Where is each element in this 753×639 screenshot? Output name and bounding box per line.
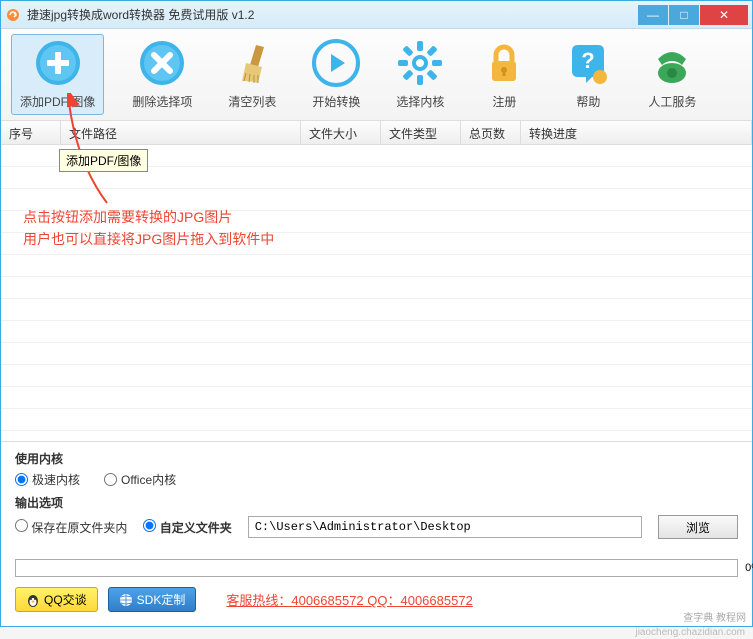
titlebar-text: 捷速jpg转换成word转换器 免费试用版 v1.2 xyxy=(27,6,638,23)
titlebar: 捷速jpg转换成word转换器 免费试用版 v1.2 — □ ✕ xyxy=(1,1,752,29)
col-pages[interactable]: 总页数 xyxy=(461,121,521,144)
sdk-button[interactable]: SDK定制 xyxy=(108,587,197,612)
clear-button[interactable]: 清空列表 xyxy=(220,35,284,114)
col-type[interactable]: 文件类型 xyxy=(381,121,461,144)
kernel-title: 使用内核 xyxy=(15,450,738,467)
output-custom-radio[interactable]: 自定义文件夹 xyxy=(143,519,231,536)
play-icon xyxy=(312,39,360,87)
progress-bar: 0% xyxy=(15,559,738,577)
kernel-button[interactable]: 选择内核 xyxy=(388,35,452,114)
window-controls: — □ ✕ xyxy=(638,5,748,25)
minimize-button[interactable]: — xyxy=(638,5,668,25)
output-same-radio[interactable]: 保存在原文件夹内 xyxy=(15,519,127,536)
help-icon: ? xyxy=(564,39,612,87)
lock-icon xyxy=(480,39,528,87)
plus-icon xyxy=(34,39,82,87)
progress-percent: 0% xyxy=(745,562,753,574)
watermark: 查字典 教程网 xyxy=(683,609,746,624)
gear-icon xyxy=(396,39,444,87)
toolbar-label: 注册 xyxy=(492,93,516,110)
toolbar-label: 清空列表 xyxy=(228,93,276,110)
maximize-button[interactable]: □ xyxy=(669,5,699,25)
col-seq[interactable]: 序号 xyxy=(1,121,61,144)
qq-icon xyxy=(26,593,40,607)
toolbar-label: 选择内核 xyxy=(396,93,444,110)
kernel-fast-radio[interactable]: 极速内核 xyxy=(15,471,80,488)
output-path-input[interactable] xyxy=(248,516,642,538)
qq-chat-button[interactable]: QQ交谈 xyxy=(15,587,98,612)
phone-icon xyxy=(648,39,696,87)
output-title: 输出选项 xyxy=(15,494,738,511)
app-icon xyxy=(5,7,21,23)
start-button[interactable]: 开始转换 xyxy=(304,35,368,114)
hint-text: 点击按钮添加需要转换的JPG图片 用户也可以直接将JPG图片拖入到软件中 xyxy=(23,206,274,250)
kernel-office-radio[interactable]: Office内核 xyxy=(104,471,176,488)
help-button[interactable]: ? 帮助 xyxy=(556,35,620,114)
watermark-url: jiaocheng.chazidian.com xyxy=(635,627,745,638)
globe-icon xyxy=(119,593,133,607)
footer: QQ交谈 SDK定制 客服热线：4006685572 QQ：4006685572 xyxy=(1,581,752,618)
hotline-text[interactable]: 客服热线：4006685572 QQ：4006685572 xyxy=(226,590,472,609)
hint-line2: 用户也可以直接将JPG图片拖入到软件中 xyxy=(23,228,274,250)
hint-line1: 点击按钮添加需要转换的JPG图片 xyxy=(23,206,274,228)
col-size[interactable]: 文件大小 xyxy=(301,121,381,144)
close-button[interactable]: ✕ xyxy=(700,5,748,25)
svg-text:?: ? xyxy=(582,48,595,73)
col-progress[interactable]: 转换进度 xyxy=(521,121,752,144)
register-button[interactable]: 注册 xyxy=(472,35,536,114)
toolbar-label: 开始转换 xyxy=(312,93,360,110)
service-button[interactable]: 人工服务 xyxy=(640,35,704,114)
browse-button[interactable]: 浏览 xyxy=(658,515,738,539)
tooltip: 添加PDF/图像 xyxy=(59,149,148,172)
x-icon xyxy=(138,39,186,87)
options-panel: 使用内核 极速内核 Office内核 输出选项 保存在原文件夹内 自定义文件夹 … xyxy=(1,441,752,553)
app-window: 捷速jpg转换成word转换器 免费试用版 v1.2 — □ ✕ 添加PDF/图… xyxy=(0,0,753,627)
toolbar-label: 人工服务 xyxy=(648,93,696,110)
toolbar-label: 帮助 xyxy=(576,93,600,110)
broom-icon xyxy=(228,39,276,87)
